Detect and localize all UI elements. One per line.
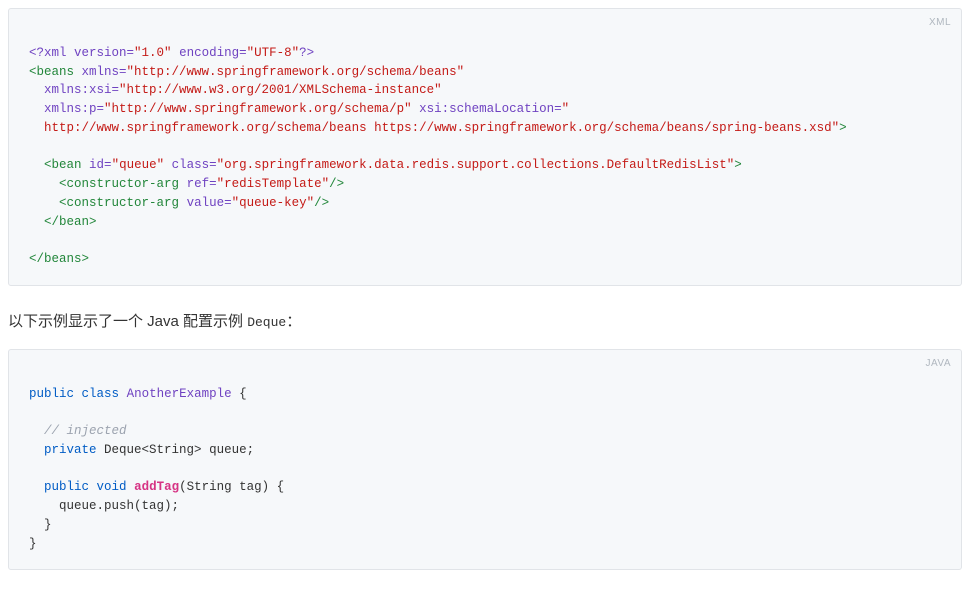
beans-open: <beans [29, 65, 74, 79]
arg1-close: /> [329, 177, 344, 191]
xml-lang-label: XML [929, 15, 951, 30]
p-attr: xmlns:p= [44, 102, 104, 116]
arg1-ref-val: "redisTemplate" [217, 177, 330, 191]
bean-gt: > [734, 158, 742, 172]
arg1-ref-attr: ref= [187, 177, 217, 191]
xml-version-attr: version= [74, 46, 134, 60]
xmlns-attr: xmlns= [82, 65, 127, 79]
xml-version-val: "1.0" [134, 46, 172, 60]
arg2-open: <constructor-arg [59, 196, 179, 210]
xml-decl-open: <?xml [29, 46, 67, 60]
field-name: queue; [209, 443, 254, 457]
xml-encoding-attr: encoding= [179, 46, 247, 60]
comment-injected: // injected [44, 424, 127, 438]
arg2-value-val: "queue-key" [232, 196, 315, 210]
kw-void: void [97, 480, 127, 494]
para-code: Deque [247, 315, 286, 330]
java-lang-label: JAVA [925, 356, 951, 371]
bean-class-val: "org.springframework.data.redis.support.… [217, 158, 735, 172]
rbrace-1: } [44, 518, 52, 532]
method-body: queue.push(tag); [59, 499, 179, 513]
xml-decl-close: ?> [299, 46, 314, 60]
beans-gt: > [839, 121, 847, 135]
bean-class-attr: class= [172, 158, 217, 172]
bean-id-val: "queue" [112, 158, 165, 172]
p-val: "http://www.springframework.org/schema/p… [104, 102, 412, 116]
rbrace-2: } [29, 537, 37, 551]
method-params: (String tag) { [179, 480, 284, 494]
bean-open: <bean [44, 158, 82, 172]
xsi-attr: xmlns:xsi= [44, 83, 119, 97]
arg1-open: <constructor-arg [59, 177, 179, 191]
para-post: ： [286, 313, 301, 330]
lbrace-1: { [239, 387, 247, 401]
xmlns-val: "http://www.springframework.org/schema/b… [127, 65, 465, 79]
xsi-val: "http://www.w3.org/2001/XMLSchema-instan… [119, 83, 442, 97]
kw-public-1: public [29, 387, 74, 401]
method-name: addTag [134, 480, 179, 494]
loc-line: http://www.springframework.org/schema/be… [44, 121, 839, 135]
arg2-value-attr: value= [187, 196, 232, 210]
field-type: Deque<String> [104, 443, 202, 457]
kw-class: class [82, 387, 120, 401]
java-code-block: JAVA public class AnotherExample { // inj… [8, 349, 962, 571]
xml-code-block: XML <?xml version="1.0" encoding="UTF-8"?… [8, 8, 962, 286]
description-paragraph: 以下示例显示了一个 Java 配置示例 Deque： [8, 310, 962, 331]
arg2-close: /> [314, 196, 329, 210]
kw-private: private [44, 443, 97, 457]
xml-encoding-val: "UTF-8" [247, 46, 300, 60]
bean-close: </bean> [44, 215, 97, 229]
loc-attr: xsi:schemaLocation= [419, 102, 562, 116]
loc-open: " [562, 102, 570, 116]
kw-public-2: public [44, 480, 89, 494]
beans-close: </beans> [29, 252, 89, 266]
class-name: AnotherExample [127, 387, 232, 401]
para-pre: 以下示例显示了一个 Java 配置示例 [8, 313, 247, 330]
bean-id-attr: id= [89, 158, 112, 172]
